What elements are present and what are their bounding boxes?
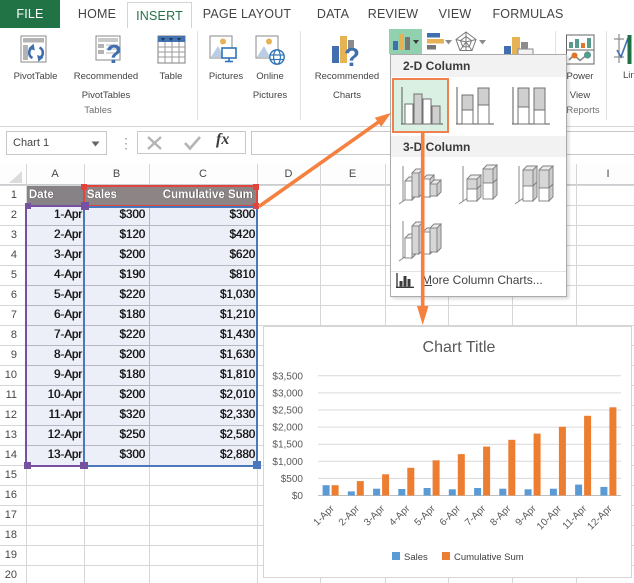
- svg-text:$0: $0: [292, 491, 304, 502]
- svg-text:11-Apr: 11-Apr: [561, 503, 590, 532]
- svg-text:$500: $500: [281, 474, 304, 485]
- svg-text:4-Apr: 4-Apr: [387, 503, 413, 529]
- svg-text:?: ?: [106, 39, 122, 65]
- svg-text:2-Apr: 2-Apr: [337, 503, 363, 529]
- svg-text:Chart Title: Chart Title: [423, 339, 496, 356]
- svg-text:$1,500: $1,500: [272, 440, 303, 451]
- svg-text:5-Apr: 5-Apr: [413, 503, 439, 529]
- svg-text:$2,000: $2,000: [272, 423, 303, 434]
- svg-text:3-Apr: 3-Apr: [362, 503, 388, 529]
- svg-text:1-Apr: 1-Apr: [312, 503, 338, 529]
- svg-text:Cumulative Sum: Cumulative Sum: [454, 552, 524, 563]
- svg-text:$2,500: $2,500: [272, 406, 303, 417]
- svg-text:?: ?: [344, 42, 360, 68]
- svg-text:8-Apr: 8-Apr: [488, 503, 514, 529]
- svg-text:7-Apr: 7-Apr: [463, 503, 489, 529]
- svg-text:Sales: Sales: [404, 552, 428, 563]
- svg-text:$1,000: $1,000: [272, 457, 303, 468]
- svg-text:6-Apr: 6-Apr: [438, 503, 464, 529]
- svg-text:$3,500: $3,500: [272, 371, 303, 382]
- svg-text:10-Apr: 10-Apr: [535, 503, 564, 532]
- svg-text:$3,000: $3,000: [272, 388, 303, 399]
- svg-text:12-Apr: 12-Apr: [586, 503, 615, 532]
